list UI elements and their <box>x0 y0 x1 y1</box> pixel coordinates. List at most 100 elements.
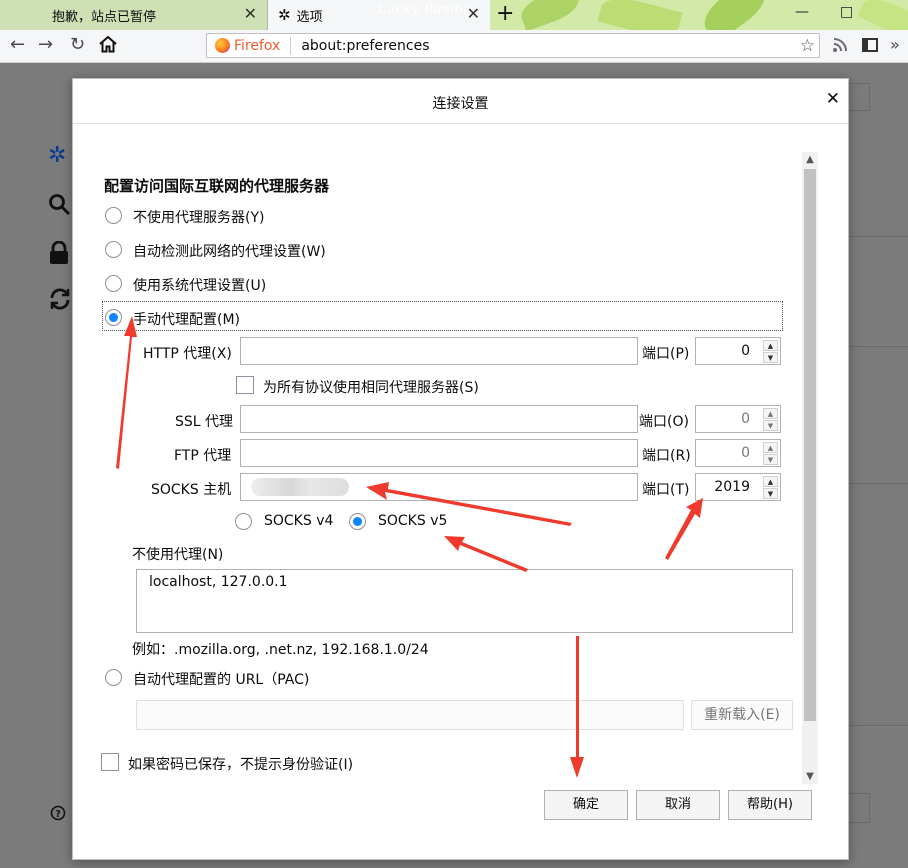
theme-leaf <box>517 0 583 30</box>
lock-icon <box>48 240 70 271</box>
tab-suspended-site[interactable]: 抱歉，站点已暂停 ✕ <box>0 0 268 30</box>
same-proxy-checkbox[interactable] <box>236 376 254 394</box>
decrement-icon[interactable]: ▼ <box>763 454 778 465</box>
help-icon: ? <box>50 805 66 825</box>
manual-proxy-radio[interactable] <box>105 309 122 326</box>
url-bar[interactable]: Firefox about:preferences ☆ <box>206 33 820 58</box>
url-text[interactable]: about:preferences <box>301 38 429 54</box>
section-title: 配置访问国际互联网的代理服务器 <box>104 177 330 195</box>
tab-title: 抱歉，站点已暂停 <box>52 9 157 25</box>
back-icon[interactable]: ← <box>10 35 25 55</box>
url-divider <box>290 36 292 55</box>
socks-port-label: 端口(T) <box>642 482 690 498</box>
reload-pac-button[interactable]: 重新载入(E) <box>691 700 793 730</box>
ftp-proxy-input[interactable] <box>240 439 638 467</box>
http-proxy-label: HTTP 代理(X) <box>143 346 232 362</box>
tab-title: 选项 <box>296 9 323 25</box>
forward-icon[interactable]: → <box>38 35 53 55</box>
background-divider <box>848 725 908 726</box>
theme-leaf <box>857 0 908 30</box>
no-proxy-for-label: 不使用代理(N) <box>132 547 224 563</box>
gear-icon: ✲ <box>278 6 291 24</box>
help-button[interactable]: 帮助(H) <box>728 790 812 820</box>
sidebar-icon[interactable] <box>862 37 878 57</box>
ssl-proxy-label: SSL 代理 <box>175 414 234 430</box>
overflow-menu-icon[interactable]: » <box>890 35 900 55</box>
theme-leaf <box>696 0 774 30</box>
theme-leaf <box>597 0 683 30</box>
socks-v5-label[interactable]: SOCKS v5 <box>378 513 447 529</box>
rss-icon[interactable] <box>832 37 848 58</box>
socks-port-value: 2019 <box>714 479 750 495</box>
socks-host-input[interactable] <box>240 473 638 501</box>
pac-url-input[interactable] <box>136 700 684 730</box>
connection-settings-dialog: 连接设置 ✕ 配置访问国际互联网的代理服务器 不使用代理服务器(Y) 自动检测此… <box>72 78 849 860</box>
bookmark-star-icon[interactable]: ☆ <box>800 36 815 56</box>
pac-label[interactable]: 自动代理配置的 URL（PAC) <box>133 669 309 689</box>
reload-icon[interactable]: ↻ <box>70 35 85 55</box>
scroll-up-icon[interactable]: ▲ <box>802 154 818 165</box>
increment-icon[interactable]: ▲ <box>763 442 778 453</box>
no-auth-prompt-label[interactable]: 如果密码已保存，不提示身份验证(I) <box>128 754 353 774</box>
restore-button[interactable]: □ <box>840 4 853 20</box>
auto-detect-label[interactable]: 自动检测此网络的代理设置(W) <box>133 241 326 261</box>
cancel-button[interactable]: 取消 <box>636 790 720 820</box>
tab-strip: 抱歉，站点已暂停 ✕ ✲ 选项 Lucky Bambo ✕ + — □ <box>0 0 908 30</box>
http-port-stepper[interactable]: 0 ▲ ▼ <box>695 337 781 365</box>
decrement-icon[interactable]: ▼ <box>763 352 778 363</box>
minimize-button[interactable]: — <box>795 4 809 20</box>
home-icon[interactable] <box>99 35 117 58</box>
background-control <box>848 83 870 111</box>
ftp-proxy-label: FTP 代理 <box>174 448 232 464</box>
ftp-port-label: 端口(R) <box>642 448 691 464</box>
ftp-port-value: 0 <box>741 445 750 461</box>
no-proxy-example: 例如：.mozilla.org, .net.nz, 192.168.1.0/24 <box>132 642 429 658</box>
scrollbar-thumb[interactable] <box>804 169 816 721</box>
socks-v5-radio[interactable] <box>349 513 366 530</box>
socks-port-stepper[interactable]: 2019 ▲ ▼ <box>695 473 781 501</box>
auto-detect-radio[interactable] <box>105 241 122 258</box>
ftp-port-stepper[interactable]: 0 ▲ ▼ <box>695 439 781 467</box>
no-auth-prompt-checkbox[interactable] <box>101 753 119 771</box>
decrement-icon[interactable]: ▼ <box>763 488 778 499</box>
system-proxy-label[interactable]: 使用系统代理设置(U) <box>133 275 266 295</box>
increment-icon[interactable]: ▲ <box>763 408 778 419</box>
same-proxy-label[interactable]: 为所有协议使用相同代理服务器(S) <box>263 377 479 397</box>
increment-icon[interactable]: ▲ <box>763 340 778 351</box>
ssl-port-label: 端口(O) <box>639 414 689 430</box>
new-tab-icon[interactable]: + <box>496 3 514 25</box>
pac-radio[interactable] <box>105 669 122 686</box>
ssl-proxy-input[interactable] <box>240 405 638 433</box>
firefox-icon <box>215 38 230 53</box>
close-icon[interactable]: ✕ <box>826 91 840 108</box>
close-tab-icon[interactable]: ✕ <box>467 6 480 22</box>
socks-v4-label[interactable]: SOCKS v4 <box>264 513 333 529</box>
background-control <box>848 793 870 823</box>
socks-v4-radio[interactable] <box>235 513 252 530</box>
decrement-icon[interactable]: ▼ <box>763 420 778 431</box>
system-proxy-radio[interactable] <box>105 275 122 292</box>
increment-icon[interactable]: ▲ <box>763 476 778 487</box>
dialog-title: 连接设置 <box>432 96 489 112</box>
navigation-toolbar: ← → ↻ Firefox about:preferences ☆ » <box>0 30 908 63</box>
manual-proxy-label[interactable]: 手动代理配置(M) <box>133 309 240 329</box>
tab-options[interactable]: ✲ 选项 Lucky Bambo ✕ <box>268 0 490 30</box>
no-proxy-radio[interactable] <box>105 207 122 224</box>
http-port-value: 0 <box>741 343 750 359</box>
svg-text:?: ? <box>55 809 61 820</box>
http-proxy-input[interactable] <box>240 337 638 365</box>
ssl-port-stepper[interactable]: 0 ▲ ▼ <box>695 405 781 433</box>
socks-host-label: SOCKS 主机 <box>151 482 232 498</box>
theme-title-text: Lucky Bambo <box>378 2 472 16</box>
background-divider <box>848 236 908 237</box>
scroll-down-icon[interactable]: ▼ <box>802 771 818 782</box>
http-port-label: 端口(P) <box>642 346 690 362</box>
no-proxy-label[interactable]: 不使用代理服务器(Y) <box>133 207 264 227</box>
close-tab-icon[interactable]: ✕ <box>244 6 257 22</box>
background-divider <box>848 483 908 484</box>
identity-label: Firefox <box>234 37 281 54</box>
search-icon <box>48 193 72 223</box>
sync-icon <box>48 287 72 317</box>
no-proxy-for-textarea[interactable]: localhost, 127.0.0.1 <box>136 569 793 633</box>
ok-button[interactable]: 确定 <box>544 790 628 820</box>
